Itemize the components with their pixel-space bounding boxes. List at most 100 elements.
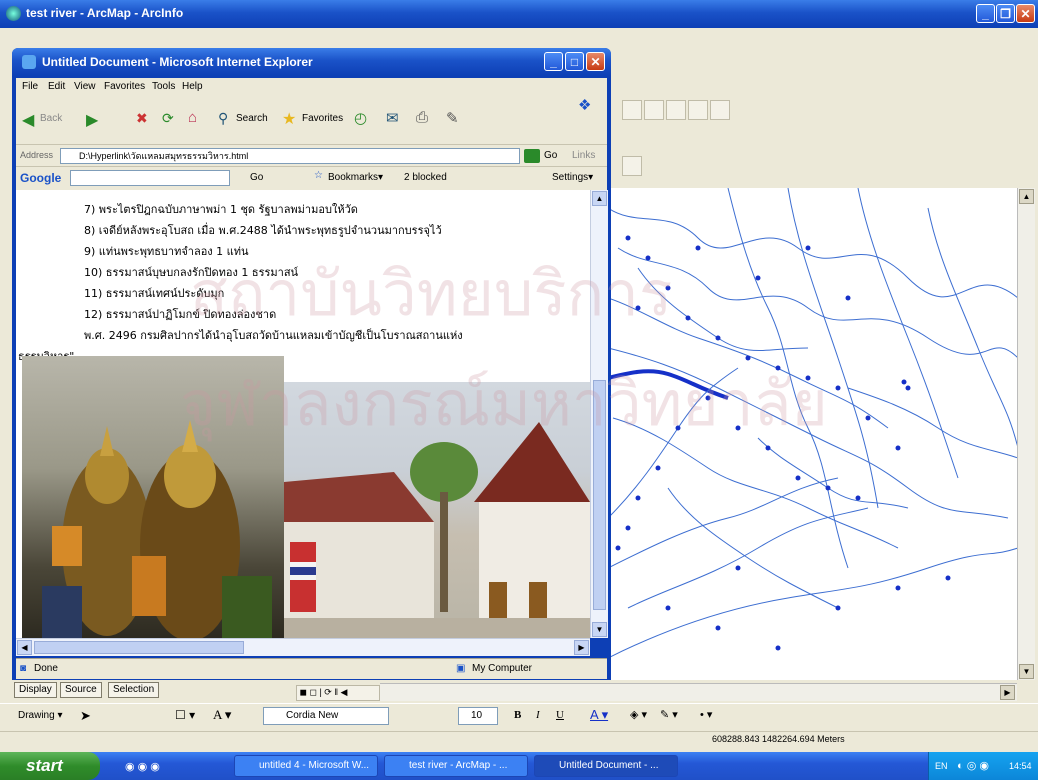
scroll-up-icon[interactable]: ▲	[1019, 189, 1034, 204]
google-go-button[interactable]: Go	[250, 172, 263, 183]
layout-icon[interactable]	[710, 100, 730, 120]
rectangle-icon[interactable]: ☐ ▾	[175, 708, 195, 722]
search-icon[interactable]: ⚲	[218, 110, 228, 127]
underline-icon[interactable]: U	[556, 709, 564, 721]
ie-scroll-down-icon[interactable]: ▼	[592, 622, 607, 637]
map-point	[655, 465, 661, 471]
tab-source[interactable]: Source	[60, 682, 102, 698]
map-point	[635, 495, 641, 501]
map-point	[945, 575, 951, 581]
address-input[interactable]: D:\Hyperlink\วัดแหลมสมุทรธรรมวิหาร.html	[60, 148, 520, 164]
ie-address-bar: Address D:\Hyperlink\วัดแหลมสมุทรธรรมวิห…	[16, 144, 607, 167]
google-search-input[interactable]	[70, 170, 230, 186]
ie-scroll-left-icon[interactable]: ◀	[17, 640, 32, 655]
settings-button[interactable]: Settings▾	[552, 172, 593, 183]
bold-icon[interactable]: B	[514, 709, 521, 721]
ie-close-button[interactable]: ✕	[586, 52, 605, 71]
mail-icon[interactable]: ✉	[386, 109, 399, 127]
ie-scroll-right-icon[interactable]: ▶	[574, 640, 589, 655]
bookmarks-star-icon[interactable]: ☆	[314, 170, 323, 181]
task-arcmap[interactable]: test river - ArcMap - ...	[384, 755, 528, 777]
google-toolbar: Google Go ☆ Bookmarks▾ 2 blocked Setting…	[16, 166, 607, 191]
font-name-select[interactable]: Cordia New	[263, 707, 389, 725]
river-line	[617, 247, 1018, 359]
map-point	[775, 645, 781, 651]
arcmap-title: test river - ArcMap - ArcInfo	[26, 6, 184, 20]
drawing-toolbar: Drawing ▾ ➤ ☐ ▾ A ▾ B I U A ▾ ◈ ▾ ✎ ▾ • …	[0, 703, 1038, 730]
table-icon[interactable]	[688, 100, 708, 120]
favorites-star-icon[interactable]: ★	[282, 109, 296, 129]
favorites-button[interactable]: Favorites	[302, 113, 343, 124]
back-arrow-icon[interactable]: ◀	[22, 110, 34, 130]
forward-arrow-icon[interactable]: ▶	[86, 110, 98, 130]
menu-view[interactable]: View	[74, 81, 96, 92]
back-button[interactable]: Back	[40, 113, 62, 124]
map-point	[845, 295, 851, 301]
identify-icon[interactable]	[666, 100, 686, 120]
search-button[interactable]: Search	[236, 113, 268, 124]
arcmap-title-bar[interactable]: test river - ArcMap - ArcInfo _ ❐ ✕	[0, 0, 1038, 28]
ie-scroll-up-icon[interactable]: ▲	[592, 191, 607, 206]
text-icon[interactable]: A ▾	[213, 707, 231, 723]
select-icon[interactable]	[622, 100, 642, 120]
start-button[interactable]: start	[0, 752, 100, 780]
ie-horizontal-scrollbar[interactable]: ◀ ▶	[16, 638, 590, 656]
print-icon[interactable]: ⎙	[416, 109, 428, 126]
map-point	[901, 379, 907, 385]
line-color-icon[interactable]: ✎ ▾	[660, 708, 678, 721]
status-done: Done	[34, 663, 58, 674]
map-point	[625, 525, 631, 531]
menu-tools[interactable]: Tools	[152, 81, 175, 92]
marker-color-icon[interactable]: • ▾	[700, 708, 712, 721]
map-point	[755, 275, 761, 281]
pointer-icon[interactable]: ➤	[80, 708, 91, 724]
zoom-icon[interactable]	[644, 100, 664, 120]
scroll-right-icon[interactable]: ▶	[1000, 685, 1015, 700]
drawing-menu[interactable]: Drawing ▾	[18, 710, 62, 721]
ie-title-bar[interactable]: Untitled Document - Microsoft Internet E…	[12, 48, 611, 76]
scroll-down-icon[interactable]: ▼	[1019, 664, 1034, 679]
fill-color-icon[interactable]: ◈ ▾	[630, 708, 647, 721]
go-arrow-icon[interactable]	[524, 149, 540, 163]
google-logo[interactable]: Google	[20, 171, 61, 185]
edit-icon[interactable]: ✎	[446, 109, 459, 127]
go-button[interactable]: Go	[544, 150, 557, 161]
ie-hscroll-thumb[interactable]	[34, 641, 244, 654]
editor-icon[interactable]	[622, 156, 642, 176]
popup-blocked-button[interactable]: 2 blocked	[404, 172, 447, 183]
tray-icons[interactable]: ◐ ◎ ◉	[957, 759, 989, 772]
menu-help[interactable]: Help	[182, 81, 203, 92]
italic-icon[interactable]: I	[536, 709, 540, 721]
font-size-select[interactable]: 10	[458, 707, 498, 725]
minimize-button[interactable]: _	[976, 4, 995, 23]
tab-display[interactable]: Display	[14, 682, 57, 698]
status-zone: My Computer	[472, 663, 533, 674]
menu-favorites[interactable]: Favorites	[104, 81, 145, 92]
river-line	[667, 487, 839, 609]
home-icon[interactable]: ⌂	[188, 109, 197, 126]
history-icon[interactable]: ◴	[354, 109, 367, 127]
menu-edit[interactable]: Edit	[48, 81, 65, 92]
task-word[interactable]: untitled 4 - Microsoft W...	[234, 755, 378, 777]
coast-line	[608, 547, 1018, 659]
bookmarks-button[interactable]: Bookmarks▾	[328, 172, 383, 183]
map-horizontal-scrollbar[interactable]: ▶	[380, 683, 1017, 701]
language-indicator[interactable]: EN	[935, 761, 948, 771]
quick-launch-icons[interactable]: ◉ ◉ ◉	[125, 760, 160, 773]
view-switch-buttons[interactable]: ◼ ◻ | ⟳ ‖ ◀	[296, 685, 380, 701]
links-label[interactable]: Links	[572, 150, 595, 161]
ie-maximize-button[interactable]: □	[565, 52, 584, 71]
close-button[interactable]: ✕	[1016, 4, 1035, 23]
ie-menu-bar: File Edit View Favorites Tools Help	[16, 78, 607, 96]
refresh-icon[interactable]: ⟳	[162, 110, 174, 127]
menu-file[interactable]: File	[22, 81, 38, 92]
tab-selection[interactable]: Selection	[108, 682, 160, 698]
arcmap-status-bar	[0, 731, 1038, 752]
map-point	[735, 565, 741, 571]
map-vertical-scrollbar[interactable]: ▲ ▼	[1017, 188, 1035, 680]
restore-button[interactable]: ❐	[996, 4, 1015, 23]
ie-minimize-button[interactable]: _	[544, 52, 563, 71]
task-ie[interactable]: Untitled Document - ...	[534, 755, 678, 777]
font-color-icon[interactable]: A ▾	[590, 707, 608, 723]
stop-icon[interactable]: ✖	[136, 110, 148, 127]
